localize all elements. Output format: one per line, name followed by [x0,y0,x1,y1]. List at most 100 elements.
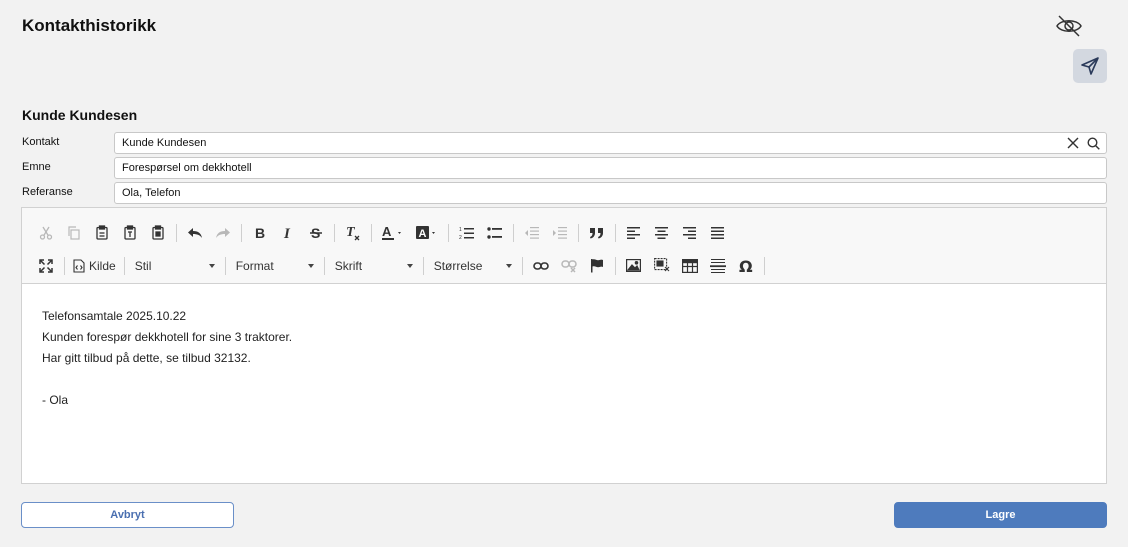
indent-icon[interactable] [546,220,574,246]
svg-text:1: 1 [459,227,462,233]
align-justify-icon[interactable] [704,220,732,246]
contact-label: Kontakt [22,136,60,148]
font-dropdown[interactable]: Skrift [329,254,419,278]
toolbar-separator [521,256,523,275]
editor-toolbar: B I S T A A 12 Kilde Stil Format Skrift … [22,208,1106,284]
reference-row: Referanse Ola, Telefon [22,182,1107,204]
font-label: Skrift [334,258,363,273]
send-button[interactable] [1073,49,1107,83]
image-icon[interactable] [620,253,648,279]
strikethrough-icon[interactable]: S [302,220,330,246]
background-color-icon[interactable]: A [410,220,444,246]
search-icon[interactable] [1087,136,1100,150]
save-button[interactable]: Lagre [894,502,1107,528]
copy-icon[interactable] [60,220,88,246]
toolbar-separator [371,223,372,242]
format-dropdown[interactable]: Format [230,254,320,278]
remove-format-icon[interactable]: T [339,220,367,246]
subject-value[interactable]: Forespørsel om dekkhotell [122,162,1106,174]
toolbar-row-1: B I S T A A 12 [32,216,1096,249]
svg-text:A: A [419,228,427,240]
content-line: Kunden forespør dekkhotell for sine 3 tr… [42,330,293,344]
contact-value[interactable]: Kunde Kundesen [122,137,1067,149]
align-right-icon[interactable] [676,220,704,246]
special-box-icon[interactable] [648,253,676,279]
svg-text:2: 2 [459,235,462,240]
horizontal-rule-icon[interactable] [704,253,732,279]
maximize-icon[interactable] [32,253,60,279]
content-line: Telefonsamtale 2025.10.22 [42,309,187,323]
contact-row: Kontakt Kunde Kundesen [22,132,1107,154]
svg-text:I: I [283,226,291,240]
table-icon[interactable] [676,253,704,279]
svg-text:B: B [255,226,265,240]
unlink-icon[interactable] [555,253,583,279]
reference-value[interactable]: Ola, Telefon [122,187,1106,199]
toolbar-separator [323,256,325,275]
format-label: Format [235,258,274,273]
rich-text-editor: B I S T A A 12 Kilde Stil Format Skrift … [21,207,1107,484]
style-dropdown[interactable]: Stil [129,254,221,278]
toolbar-separator [763,256,765,275]
contact-field[interactable]: Kunde Kundesen [114,132,1107,154]
toolbar-separator [241,223,242,242]
toolbar-separator [334,223,335,242]
align-left-icon[interactable] [620,220,648,246]
italic-icon[interactable]: I [274,220,302,246]
subject-label: Emne [22,161,51,173]
eye-off-icon [1055,14,1083,38]
source-button[interactable]: Kilde [69,253,120,279]
content-line [42,369,1086,390]
special-character-icon[interactable]: Ω [732,253,760,279]
bold-icon[interactable]: B [246,220,274,246]
subject-field[interactable]: Forespørsel om dekkhotell [114,157,1107,179]
customer-heading: Kunde Kundesen [22,107,138,123]
blockquote-icon[interactable] [583,220,611,246]
cancel-button[interactable]: Avbryt [21,502,234,528]
toolbar-separator [176,223,177,242]
svg-text:A: A [382,225,392,239]
toolbar-separator [513,223,514,242]
toolbar-separator [224,256,226,275]
toolbar-separator [578,223,579,242]
content-line: - Ola [42,393,69,407]
size-label: Størrelse [433,258,483,273]
toolbar-separator [614,256,616,275]
source-label: Kilde [89,258,116,273]
chevron-down-icon [406,263,413,268]
undo-icon[interactable] [181,220,209,246]
redo-icon[interactable] [209,220,237,246]
svg-text:T: T [346,225,356,240]
reference-label: Referanse [22,186,73,198]
clear-icon[interactable] [1067,137,1079,149]
bullet-list-icon[interactable] [481,220,509,246]
paste-word-icon[interactable] [144,220,172,246]
source-icon [73,258,85,273]
subject-row: Emne Forespørsel om dekkhotell [22,157,1107,179]
toolbar-separator [64,256,65,275]
chevron-down-icon [505,263,512,268]
style-label: Stil [134,258,152,273]
toolbar-separator [615,223,616,242]
reference-field[interactable]: Ola, Telefon [114,182,1107,204]
paste-icon[interactable] [88,220,116,246]
link-icon[interactable] [527,253,555,279]
svg-text:Ω: Ω [739,258,753,274]
chevron-down-icon [208,263,215,268]
size-dropdown[interactable]: Størrelse [428,254,518,278]
editor-content[interactable]: Telefonsamtale 2025.10.22 Kunden forespø… [22,284,1106,433]
text-color-icon[interactable]: A [376,220,410,246]
align-center-icon[interactable] [648,220,676,246]
cut-icon[interactable] [32,220,60,246]
hide-toggle-button[interactable] [1054,12,1084,40]
toolbar-separator [448,223,449,242]
send-icon [1080,56,1100,76]
outdent-icon[interactable] [518,220,546,246]
chevron-down-icon [307,263,314,268]
anchor-flag-icon[interactable] [583,253,611,279]
toolbar-separator [422,256,424,275]
paste-text-icon[interactable] [116,220,144,246]
page-title: Kontakthistorikk [22,16,157,35]
numbered-list-icon[interactable]: 12 [453,220,481,246]
toolbar-separator [123,256,125,275]
